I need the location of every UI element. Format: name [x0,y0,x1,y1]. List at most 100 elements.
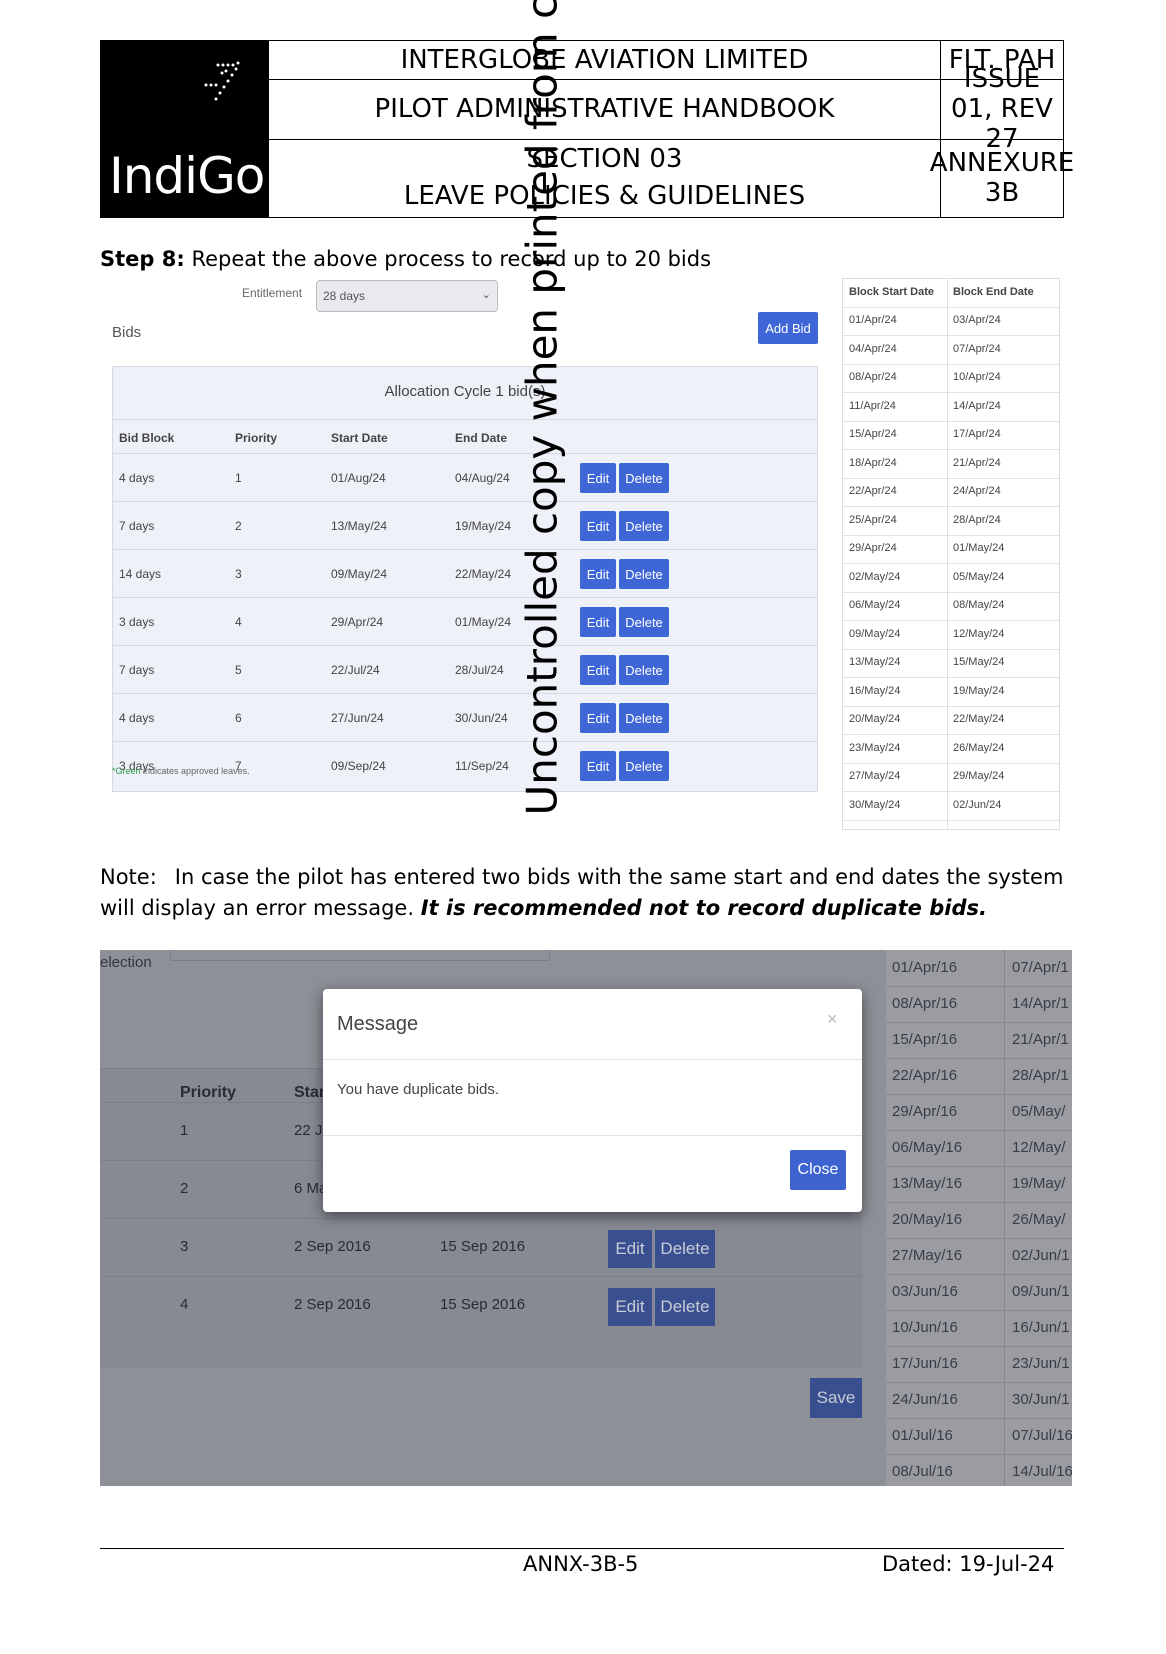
block-start-cell: 29/Apr/24 [849,542,897,554]
block-end-header: Block End Date [953,286,1034,298]
block-start-cell: 22/Apr/24 [849,485,897,497]
block-start-cell: 09/May/24 [849,627,901,640]
block-start-cell: 06/May/24 [849,599,901,611]
block-end-cell: 26/May/24 [953,741,1005,754]
end-date-cell: 15 Sep 2016 [440,1296,526,1313]
delete-button[interactable]: Delete [655,1288,715,1326]
block-start-cell: 01/Apr/16 [892,959,958,976]
table-header: Bid Block Priority Start Date End Date [113,419,817,454]
end-date-cell: 22/May/24 [455,567,512,581]
block-row: 15/Apr/16 21/Apr/1 [886,1022,1072,1059]
end-date-cell: 15 Sep 2016 [440,1238,526,1255]
edit-button[interactable]: Edit [608,1288,652,1326]
block-end-cell: 22/May/24 [953,713,1005,725]
block-row: 29/Apr/24 01/May/24 [843,535,1059,564]
priority-cell: 5 [235,663,242,677]
block-table-header: Block Start Date Block End Date [843,279,1059,308]
block-end-cell: 16/Jun/1 [1012,1319,1070,1336]
indigo-logo: IndiGo [101,41,268,217]
block-row: 01/Apr/24 03/Apr/24 [843,307,1059,336]
end-date-cell: 01/May/24 [455,615,512,629]
end-date-cell: 30/Jun/24 [455,711,508,725]
block-start-cell: 13/May/24 [849,656,901,668]
block-end-cell: 29/May/24 [953,770,1005,782]
delete-button[interactable]: Delete [619,703,669,733]
edit-button[interactable]: Edit [580,655,616,685]
entitlement-select[interactable]: 28 days ⌄ [316,280,498,312]
block-end-cell: 30/Jun/1 [1012,1391,1070,1408]
legend-text: indicates approved leaves. [140,766,250,776]
priority-cell: 4 [180,1296,189,1313]
priority-cell: 2 [235,519,242,533]
start-date-cell: 29/Apr/24 [331,615,384,629]
block-row: 08/Apr/24 10/Apr/24 [843,364,1059,393]
edit-button[interactable]: Edit [608,1230,652,1268]
delete-button[interactable]: Delete [619,511,669,541]
block-row: 01/Apr/16 07/Apr/1 [886,950,1072,987]
edit-button[interactable]: Edit [580,607,616,637]
table-row: 7 days 5 22/Jul/24 28/Jul/24 Edit Delete [113,645,817,694]
start-date-cell: 09/Sep/24 [331,759,386,773]
modal-title: Message [337,1013,419,1035]
close-button[interactable]: Close [790,1150,846,1190]
block-start-cell: 15/Apr/16 [892,1031,958,1048]
block-row: 09/May/24 12/May/24 [843,621,1059,650]
start-date-cell: 01/Aug/24 [331,471,386,485]
block-end-cell: 14/Jul/16 [1012,1463,1072,1480]
table-row: 4 days 1 01/Aug/24 04/Aug/24 Edit Delete [113,453,817,502]
start-date-cell: 27/Jun/24 [331,711,384,725]
block-start-cell: 03/Jun/16 [892,1283,958,1300]
priority-cell: 3 [180,1238,189,1255]
block-start-header: Block Start Date [849,286,934,298]
block-row: 20/May/24 22/May/24 [843,706,1059,735]
block-end-cell: 09/Jun/1 [1012,1283,1070,1300]
block-row: 30/May/24 02/Jun/24 [843,792,1059,821]
footer-rule [100,1548,1064,1549]
annexure-label: ANNEXURE 3B [930,139,1074,217]
add-bid-button[interactable]: Add Bid [758,312,818,344]
edit-button[interactable]: Edit [580,751,616,781]
block-start-cell: 01/Apr/24 [849,314,897,326]
table-row: 4 days 6 27/Jun/24 30/Jun/24 Edit Delete [113,693,817,742]
block-end-cell: 02/Jun/24 [953,798,1002,811]
end-date-cell: 28/Jul/24 [455,663,504,677]
block-start-cell: 27/May/16 [892,1247,963,1264]
delete-button[interactable]: Delete [619,655,669,685]
plane-dots-icon [204,61,240,101]
delete-button[interactable]: Delete [619,751,669,781]
edit-button[interactable]: Edit [580,463,616,493]
delete-button[interactable]: Delete [619,463,669,493]
block-row: 11/Apr/24 14/Apr/24 [843,393,1059,422]
save-button[interactable]: Save [810,1378,862,1418]
approved-legend: *Green indicates approved leaves. [112,766,250,776]
block-start-cell: 04/Apr/24 [849,342,897,355]
block-start-cell: 20/May/16 [892,1211,963,1228]
block-start-cell: 20/May/24 [849,713,901,725]
block-start-cell: 22/Apr/16 [892,1067,958,1084]
start-date-cell: 09/May/24 [331,567,388,581]
edit-button[interactable]: Edit [580,559,616,589]
block-row: 06/May/24 08/May/24 [843,592,1059,621]
block-end-cell: 19/May/ [1012,1175,1066,1192]
close-icon[interactable]: × [827,1009,838,1030]
block-end-cell: 17/Apr/24 [953,428,1001,440]
delete-button[interactable]: Delete [619,607,669,637]
selection-input[interactable] [170,950,550,961]
section-title: LEAVE POLICIES & GUIDELINES [403,181,806,211]
block-start-cell: 16/May/24 [849,684,901,697]
end-date-cell: 19/May/24 [455,519,512,533]
priority-header: Priority [180,1084,237,1101]
edit-button[interactable]: Edit [580,511,616,541]
bids-table: Allocation Cycle 1 bid(s) Bid Block Prio… [112,366,818,792]
edit-button[interactable]: Edit [580,703,616,733]
delete-button[interactable]: Delete [655,1230,715,1268]
cycle-title: Allocation Cycle 1 bid(s) [384,383,546,400]
table-row: 7 days 2 13/May/24 19/May/24 Edit Delete [113,501,817,550]
logo-text: IndiGo [109,147,265,205]
priority-cell: 2 [180,1180,189,1197]
block-end-cell: 02/Jun/1 [1012,1247,1070,1264]
block-row: 29/Apr/16 05/May/ [886,1094,1072,1131]
uncontrolled-copy-watermark: Uncontrolled copy when printed from comp… [517,0,567,816]
delete-button[interactable]: Delete [619,559,669,589]
bid-block-cell: 3 days [119,615,155,629]
